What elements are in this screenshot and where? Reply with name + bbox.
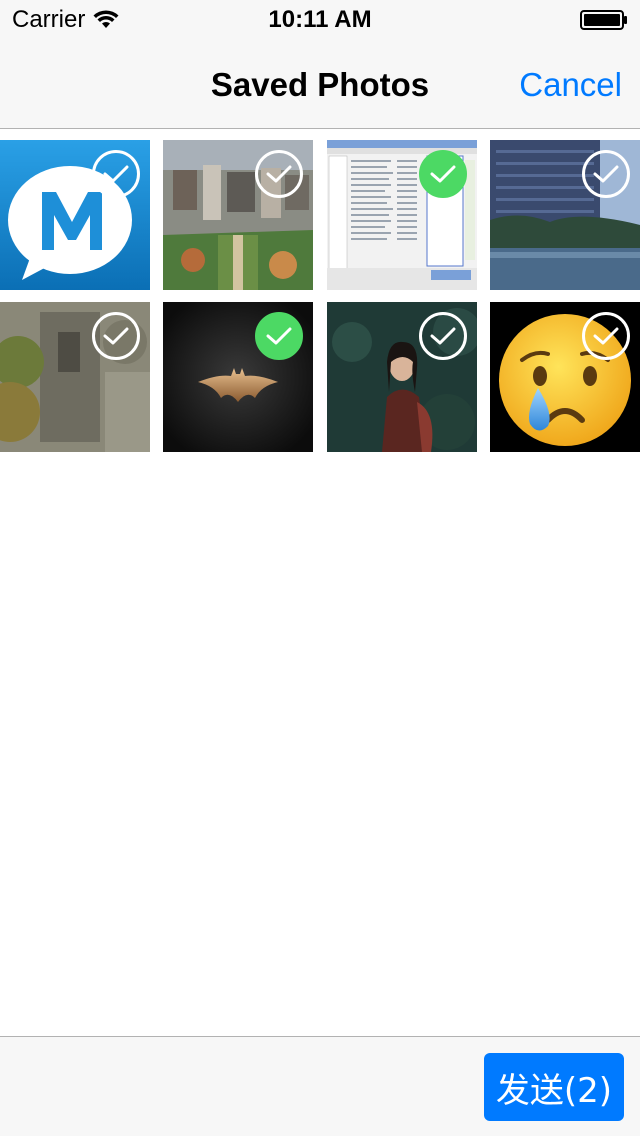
selection-check-icon[interactable]: [419, 312, 467, 360]
photo-thumbnail[interactable]: [490, 140, 640, 290]
selection-check-icon[interactable]: [582, 312, 630, 360]
selection-check-icon[interactable]: [92, 150, 140, 198]
selected-check-icon[interactable]: [419, 150, 467, 198]
status-bar: Carrier 10:11 AM: [0, 0, 640, 40]
photo-thumbnail[interactable]: [163, 302, 313, 452]
photo-picker-screen: Carrier 10:11 AM Saved Photos Cancel 发送(…: [0, 0, 640, 1136]
send-button[interactable]: 发送(2): [484, 1053, 624, 1121]
photo-thumbnail[interactable]: [163, 140, 313, 290]
status-time: 10:11 AM: [268, 6, 372, 33]
photo-thumbnail[interactable]: [0, 302, 150, 452]
photo-thumbnail[interactable]: [490, 302, 640, 452]
navigation-bar: Saved Photos Cancel: [0, 40, 640, 129]
selection-check-icon[interactable]: [92, 312, 140, 360]
photo-thumbnail[interactable]: [327, 140, 477, 290]
photo-thumbnail[interactable]: [0, 140, 150, 290]
selection-check-icon[interactable]: [582, 150, 630, 198]
battery-icon: [580, 10, 627, 30]
selected-check-icon[interactable]: [255, 312, 303, 360]
cancel-button[interactable]: Cancel: [519, 66, 622, 104]
photo-thumbnail[interactable]: [327, 302, 477, 452]
bottom-toolbar: 发送(2): [0, 1036, 640, 1136]
selection-check-icon[interactable]: [255, 150, 303, 198]
